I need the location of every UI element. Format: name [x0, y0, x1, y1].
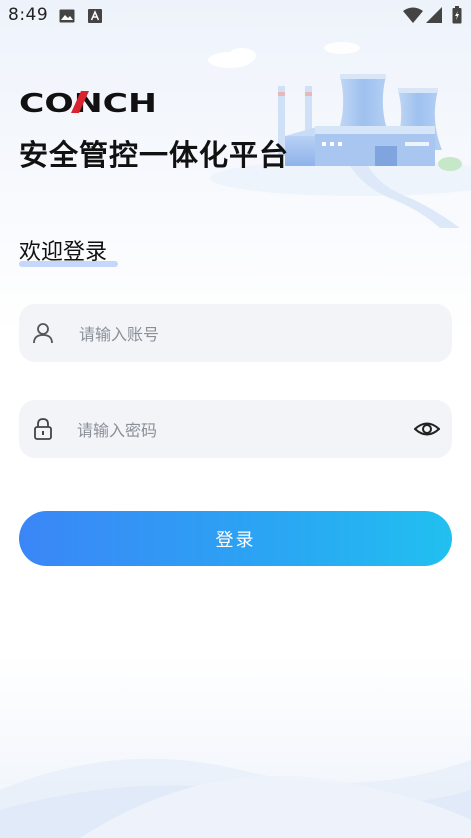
user-icon	[33, 323, 53, 344]
account-field[interactable]	[19, 304, 452, 364]
status-bar: 8:49	[0, 0, 471, 32]
login-button[interactable]: 登录	[19, 511, 452, 566]
image-icon	[59, 8, 75, 27]
battery-icon	[452, 6, 462, 28]
eye-icon[interactable]	[414, 417, 440, 441]
password-field[interactable]	[19, 400, 452, 460]
platform-title: 安全管控一体化平台	[19, 138, 290, 172]
lock-icon	[34, 418, 52, 440]
signal-icon	[426, 7, 442, 27]
account-input[interactable]	[77, 304, 401, 364]
font-a-icon	[88, 8, 102, 27]
conch-logo: CONCH	[19, 89, 157, 115]
status-time: 8:49	[8, 5, 49, 25]
wifi-icon	[403, 7, 423, 27]
bottom-wave-decoration	[0, 758, 471, 838]
welcome-heading: 欢迎登录	[19, 240, 108, 265]
password-input[interactable]	[75, 400, 399, 460]
